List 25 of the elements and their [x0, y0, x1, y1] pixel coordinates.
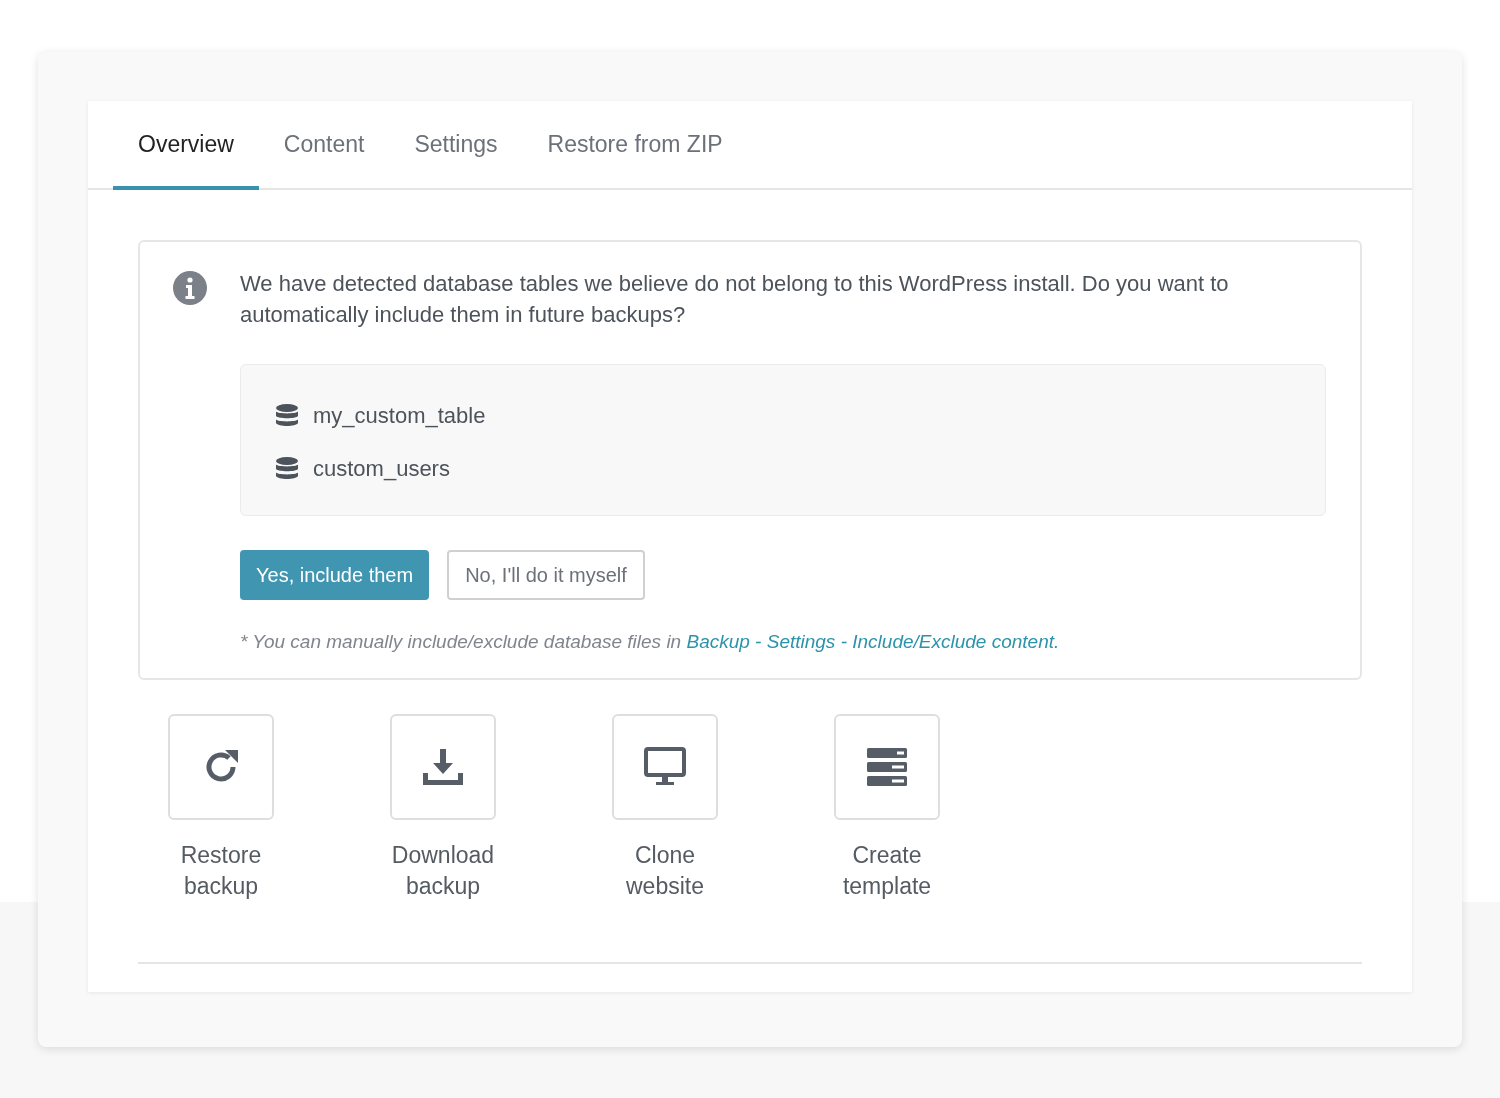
notice-message: We have detected database tables we believe do not belong to this WordPress install. Do you want to automatically include them in future backups? — [240, 269, 1230, 329]
action-label: Create template — [841, 841, 933, 901]
download-icon — [421, 747, 465, 787]
monitor-icon — [644, 747, 686, 787]
table-name: my_custom_table — [313, 401, 486, 430]
action-tile[interactable] — [612, 714, 718, 820]
tab[interactable]: Overview — [113, 101, 259, 190]
action-tile[interactable] — [168, 714, 274, 820]
action-tile[interactable] — [390, 714, 496, 820]
tab[interactable]: Settings — [389, 101, 523, 190]
decline-button[interactable]: No, I'll do it myself — [447, 549, 645, 600]
info-icon — [172, 269, 208, 306]
action-label: Clone website — [625, 841, 705, 901]
database-icon — [275, 403, 299, 427]
server-rack-icon — [866, 746, 908, 788]
action-tile[interactable] — [834, 714, 940, 820]
action-label: Restore backup — [179, 841, 263, 901]
settings-link[interactable]: Backup - Settings - Include/Exclude content. — [686, 630, 1060, 652]
table-name: custom_users — [313, 454, 450, 483]
action-label: Download backup — [390, 841, 496, 901]
database-icon — [275, 456, 299, 480]
note-text: * You can manually include/exclude database files in Backup - Settings - Include/Exclude content. — [240, 629, 1061, 654]
tab[interactable]: Restore from ZIP — [522, 101, 748, 190]
tab[interactable]: Content — [258, 101, 390, 190]
confirm-button[interactable]: Yes, include them — [240, 549, 430, 600]
